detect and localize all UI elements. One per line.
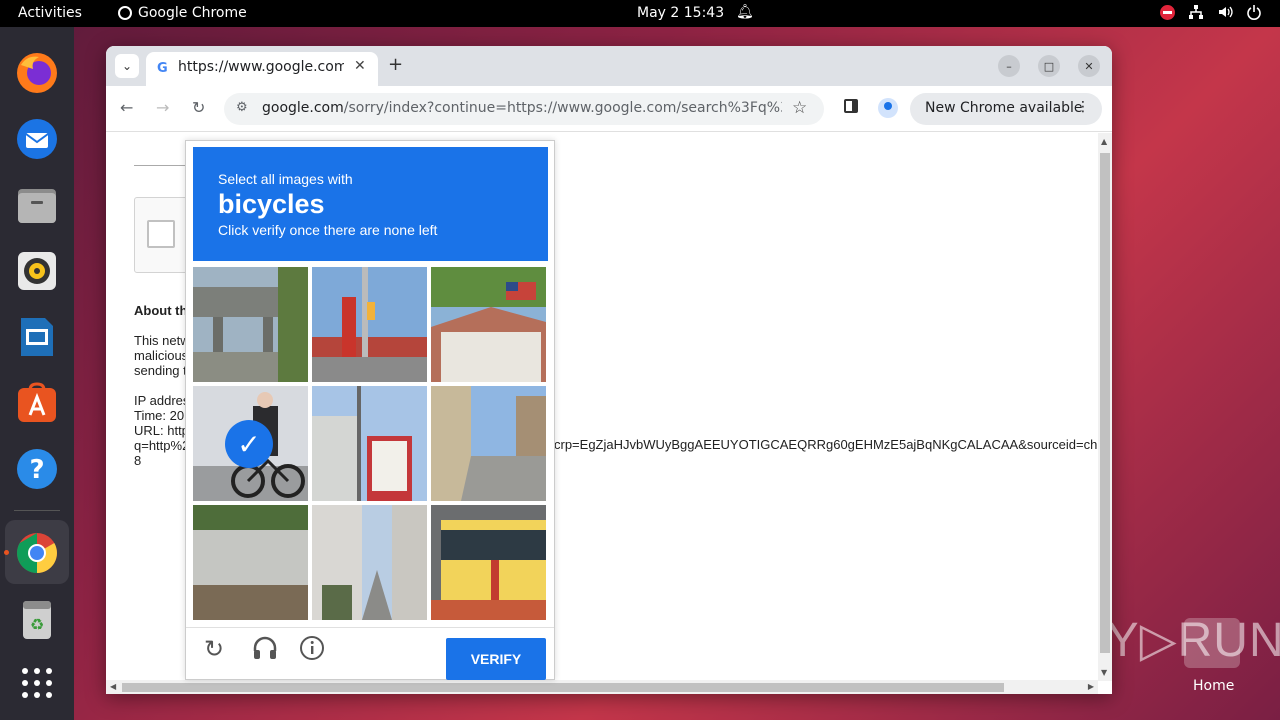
tab-google[interactable]: G https://www.google.com ✕ — [146, 52, 378, 86]
running-indicator — [4, 550, 9, 555]
show-apps-icon[interactable] — [13, 659, 61, 707]
url-text[interactable]: google.com/sorry/index?continue=https://… — [262, 100, 782, 116]
info-line: URL: http — [134, 423, 189, 438]
tab-close-icon[interactable]: ✕ — [354, 58, 366, 74]
body-line: sending t — [134, 363, 187, 378]
forward-icon[interactable]: → — [156, 98, 169, 117]
horizontal-scrollbar[interactable]: ◀ ▶ — [106, 680, 1098, 694]
captcha-tile[interactable] — [312, 505, 427, 620]
help-icon[interactable]: ? — [13, 445, 61, 493]
top-bar: Activities Google Chrome May 2 15:43 🔔︎ — [0, 0, 1280, 27]
recaptcha-checkbox[interactable] — [147, 220, 175, 248]
info-line: q=http%2 — [134, 438, 190, 453]
svg-text:?: ? — [29, 455, 44, 485]
rhythmbox-icon[interactable] — [13, 247, 61, 295]
checkmark-icon: ✓ — [225, 420, 273, 468]
do-not-disturb-icon — [1160, 4, 1175, 20]
url-trail-text: crp=EgZjaHJvbWUyBggAEEUYOTIGCAEQRRg60gEH… — [554, 437, 1098, 452]
captcha-tile[interactable] — [431, 386, 546, 501]
volume-icon — [1219, 6, 1233, 18]
google-favicon-icon: G — [157, 61, 168, 76]
thunderbird-icon[interactable] — [13, 115, 61, 163]
close-window-button[interactable]: ✕ — [1078, 55, 1100, 77]
back-icon[interactable]: ← — [120, 98, 133, 117]
address-bar[interactable]: ⚙ google.com/sorry/index?continue=https:… — [224, 93, 824, 125]
body-line: This netw — [134, 333, 190, 348]
challenge-subtext: Click verify once there are none left — [218, 222, 438, 238]
info-line: 8 — [134, 453, 142, 468]
home-folder-label: Home — [1193, 678, 1235, 694]
scroll-right-icon[interactable]: ▶ — [1088, 682, 1094, 691]
captcha-tile[interactable] — [312, 386, 427, 501]
system-tray[interactable] — [1160, 4, 1262, 20]
network-icon — [1189, 5, 1203, 19]
app-menu[interactable]: Google Chrome — [118, 5, 247, 21]
minimize-button[interactable]: – — [998, 55, 1020, 77]
tab-title: https://www.google.com — [178, 59, 344, 75]
body-line: malicious — [134, 348, 189, 363]
activities-button[interactable]: Activities — [18, 5, 82, 21]
bell-icon: 🔔︎ — [736, 4, 754, 20]
clock[interactable]: May 2 15:43 — [637, 5, 724, 21]
menu-dots-icon: ⋮ — [1076, 99, 1090, 115]
about-heading: About th — [134, 303, 188, 318]
chrome-small-icon — [118, 6, 132, 20]
svg-text:♻: ♻ — [30, 615, 44, 634]
new-chrome-available-button[interactable]: New Chrome available ⋮ — [910, 93, 1102, 125]
dock-separator — [14, 510, 60, 511]
scroll-up-icon[interactable]: ▲ — [1101, 137, 1107, 146]
chrome-icon[interactable] — [13, 529, 61, 577]
verify-button[interactable]: VERIFY — [446, 638, 546, 680]
trash-icon[interactable]: ♻ — [13, 595, 61, 643]
dock: ? ♻ — [0, 27, 74, 720]
tab-search-button[interactable]: ⌄ — [115, 54, 139, 78]
files-icon[interactable] — [13, 181, 61, 229]
update-label: New Chrome available — [925, 100, 1083, 116]
reload-challenge-icon[interactable]: ↻ — [204, 635, 224, 663]
challenge-target: bicycles — [218, 189, 325, 219]
captcha-tile-selected[interactable]: ✓ — [193, 386, 308, 501]
info-line: IP addres — [134, 393, 190, 408]
challenge-footer: ↻ VERIFY — [186, 627, 554, 680]
libreoffice-impress-icon[interactable] — [13, 313, 61, 361]
home-folder-icon — [1184, 618, 1240, 668]
vertical-scroll-thumb[interactable] — [1100, 153, 1110, 653]
info-line: Time: 20 — [134, 408, 185, 423]
horizontal-scroll-thumb[interactable] — [122, 683, 1004, 692]
tab-strip: ⌄ G https://www.google.com ✕ + – □ ✕ — [106, 46, 1112, 86]
new-tab-button[interactable]: + — [388, 54, 403, 75]
reload-icon[interactable]: ↻ — [192, 98, 205, 117]
vertical-scrollbar[interactable]: ▲ ▼ — [1098, 133, 1112, 681]
scroll-down-icon[interactable]: ▼ — [1101, 668, 1107, 677]
app-center-icon[interactable] — [13, 379, 61, 427]
firefox-icon[interactable] — [13, 49, 61, 97]
toolbar: ← → ↻ ⚙ google.com/sorry/index?continue=… — [106, 86, 1112, 132]
captcha-tile[interactable] — [431, 505, 546, 620]
captcha-tile[interactable] — [431, 267, 546, 382]
captcha-tile[interactable] — [312, 267, 427, 382]
site-info-icon[interactable]: ⚙ — [236, 100, 248, 115]
captcha-tile[interactable] — [193, 505, 308, 620]
home-folder[interactable]: Home — [1184, 618, 1240, 694]
info-icon[interactable] — [299, 635, 325, 667]
challenge-instruction: Select all images with — [218, 171, 353, 187]
chevron-down-icon: ⌄ — [121, 59, 133, 73]
recaptcha-challenge: Select all images with bicycles Click ve… — [185, 140, 555, 680]
audio-challenge-icon[interactable] — [252, 635, 278, 667]
bookmark-star-icon[interactable]: ☆ — [792, 98, 807, 118]
maximize-button[interactable]: □ — [1038, 55, 1060, 77]
power-icon — [1247, 5, 1261, 20]
scroll-left-icon[interactable]: ◀ — [110, 682, 116, 691]
challenge-header: Select all images with bicycles Click ve… — [193, 147, 548, 261]
profile-icon[interactable] — [878, 98, 898, 118]
side-panel-icon[interactable] — [844, 99, 858, 113]
app-name: Google Chrome — [138, 5, 247, 21]
captcha-tile[interactable] — [193, 267, 308, 382]
